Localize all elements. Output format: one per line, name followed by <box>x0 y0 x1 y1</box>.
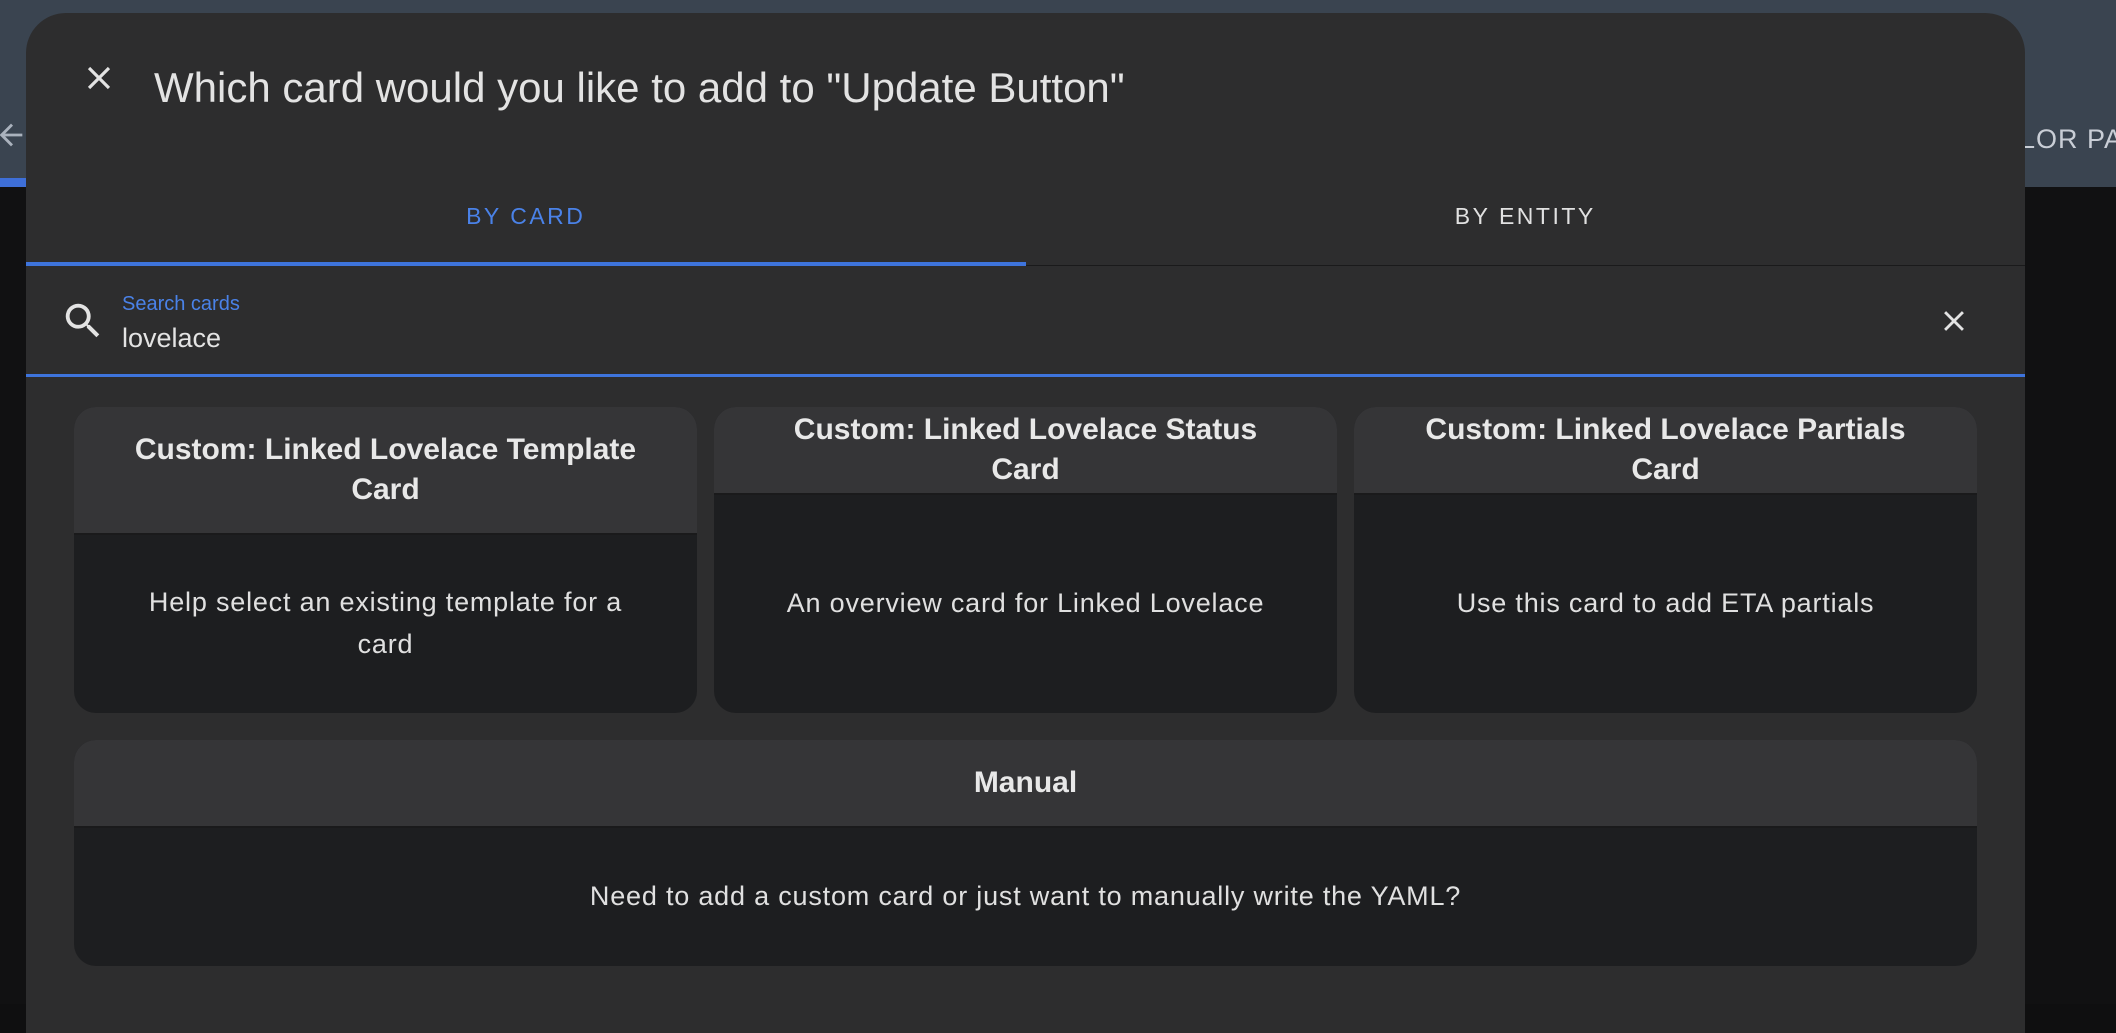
add-card-dialog: Which card would you like to add to "Upd… <box>26 13 2025 1033</box>
dialog-title: Which card would you like to add to "Upd… <box>154 64 1125 111</box>
tab-bar: BY CARD BY ENTITY <box>26 168 2025 267</box>
search-icon <box>65 303 100 338</box>
close-dialog-button[interactable] <box>74 53 124 103</box>
background-tab-label[interactable]: LOR PAI <box>2020 124 2116 155</box>
card-description: An overview card for Linked Lovelace <box>786 588 1265 618</box>
search-label: Search cards <box>122 293 240 315</box>
card-linked-lovelace-template[interactable]: Custom: Linked Lovelace Template Card He… <box>74 407 697 713</box>
card-description: Need to add a custom card or just want t… <box>589 881 1462 911</box>
search-field: Search cards <box>26 266 2025 377</box>
card-title: Custom: Linked Lovelace Status Card <box>714 407 1337 495</box>
card-title: Manual <box>74 740 1977 828</box>
card-linked-lovelace-status[interactable]: Custom: Linked Lovelace Status Card An o… <box>714 407 1337 713</box>
tab-by-card[interactable]: BY CARD <box>26 168 1026 267</box>
tab-by-entity[interactable]: BY ENTITY <box>1026 168 2026 265</box>
clear-icon <box>1944 311 1964 331</box>
card-description: Help select an existing template for a c… <box>148 587 623 659</box>
close-icon <box>87 66 111 90</box>
back-arrow-icon[interactable] <box>0 118 28 152</box>
search-input[interactable] <box>122 318 1822 358</box>
card-title: Custom: Linked Lovelace Template Card <box>74 407 697 535</box>
card-title: Custom: Linked Lovelace Partials Card <box>1354 407 1977 495</box>
clear-search-button[interactable] <box>1932 299 1976 343</box>
dialog-header: Which card would you like to add to "Upd… <box>26 13 2025 168</box>
card-description: Use this card to add ETA partials <box>1456 588 1875 618</box>
card-linked-lovelace-partials[interactable]: Custom: Linked Lovelace Partials Card Us… <box>1354 407 1977 713</box>
card-manual[interactable]: Manual Need to add a custom card or just… <box>74 740 1977 966</box>
